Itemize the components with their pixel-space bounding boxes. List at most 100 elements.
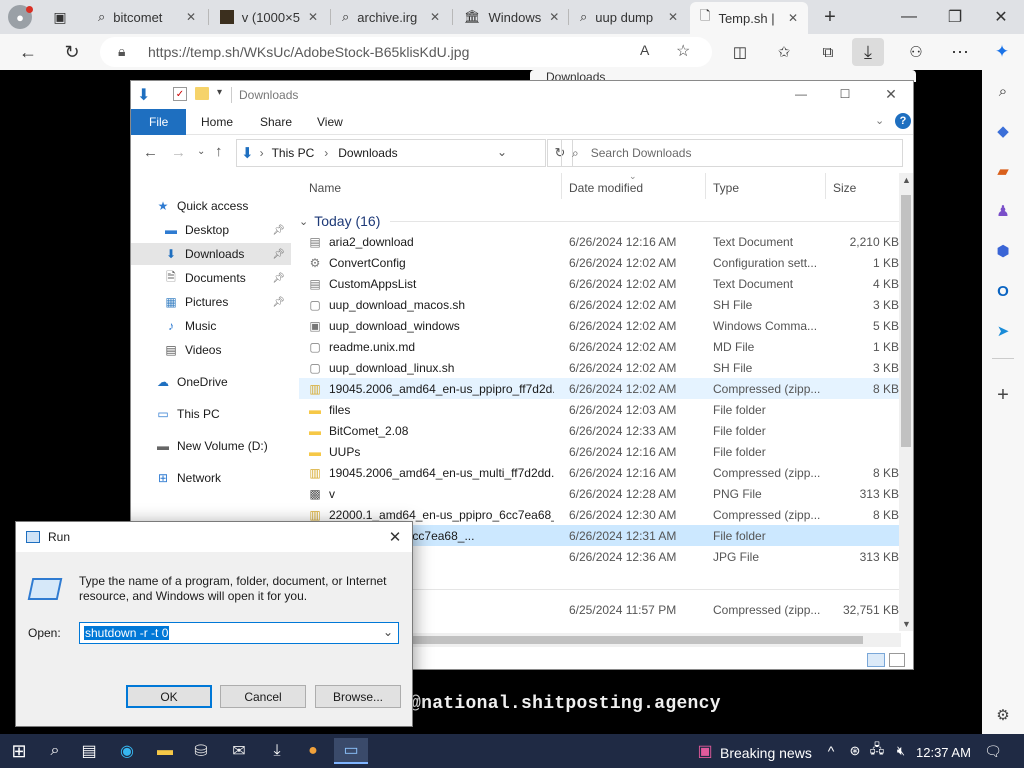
tab-windows[interactable]: 🏛 Windows ✕ (454, 4, 566, 30)
nav-item-videos[interactable]: ▤ Videos (131, 339, 291, 361)
file-row[interactable]: ▬ files 6/26/2024 12:03 AM File folder (299, 399, 899, 420)
nav-item-this-pc[interactable]: ▭ This PC (131, 403, 291, 425)
group-header-today[interactable]: ⌄ Today (16) (299, 211, 899, 231)
column-header-date[interactable]: Date modified (569, 181, 643, 195)
close-tab-icon[interactable]: ✕ (186, 10, 196, 24)
up-arrow-icon[interactable]: ↑ (215, 143, 223, 160)
edge-browser-icon[interactable]: ◉ (110, 738, 144, 764)
address-dropdown-icon[interactable]: ⌄ (497, 145, 507, 159)
file-row[interactable]: ▢ uup_download_macos.sh 6/26/2024 12:02 AM… (299, 294, 899, 315)
task-view-icon[interactable]: ▤ (72, 738, 106, 764)
read-aloud-icon[interactable]: A (640, 42, 649, 58)
new-tab-button[interactable]: + (816, 4, 844, 30)
file-explorer-icon[interactable]: ▬ (148, 738, 182, 764)
volume-muted-icon[interactable]: 🔇︎ (884, 738, 918, 764)
nav-item-desktop[interactable]: ▬ Desktop 📌︎ (131, 219, 291, 241)
store-icon[interactable]: ⛁ (184, 738, 218, 764)
horizontal-scrollbar[interactable] (401, 633, 901, 647)
nav-item-music[interactable]: ♪ Music (131, 315, 291, 337)
tag-icon[interactable]: ◆ (982, 114, 1024, 148)
explorer-search-field[interactable]: ⌕ Search Downloads (561, 139, 903, 167)
ribbon-tab-share[interactable]: Share (246, 109, 306, 135)
nav-item-new-volume[interactable]: ▬ New Volume (D:) (131, 435, 291, 457)
restore-button[interactable]: ❐ (932, 0, 978, 34)
news-label[interactable]: Breaking news (720, 745, 812, 761)
file-row[interactable]: ▬ UUPs 6/26/2024 12:16 AM File folder (299, 441, 899, 462)
nav-item-documents[interactable]: 🗎 Documents 📌︎ (131, 267, 291, 289)
chevron-down-icon[interactable]: ⌄ (383, 625, 393, 639)
run-taskbar-icon[interactable]: ▭ (334, 738, 368, 764)
column-header-size[interactable]: Size (833, 181, 856, 195)
scroll-thumb[interactable] (401, 636, 863, 644)
nav-item-downloads[interactable]: ⬇ Downloads 📌︎ (131, 243, 291, 265)
scroll-down-arrow-icon[interactable]: ▼ (902, 619, 911, 629)
favorite-star-icon[interactable]: ☆ (676, 41, 690, 61)
add-icon[interactable]: + (982, 378, 1024, 412)
nav-item-onedrive[interactable]: ☁ OneDrive (131, 371, 291, 393)
browse-button[interactable]: Browse... (315, 685, 401, 708)
nav-item-network[interactable]: ⊞ Network (131, 467, 291, 489)
explorer-address-bar[interactable]: ⬇ › This PC › Downloads ⌄ (236, 139, 546, 167)
notification-icon[interactable]: 🗨︎ (976, 738, 1010, 764)
file-row[interactable]: ▢ uup_download_linux.sh 6/26/2024 12:02 AM… (299, 357, 899, 378)
vertical-scrollbar[interactable]: ▲ ▼ (899, 173, 913, 631)
extensions-icon[interactable]: ⚇ (900, 38, 932, 66)
file-row[interactable]: ▤ CustomAppsList 6/26/2024 12:02 AM Text Do… (299, 273, 899, 294)
file-row[interactable]: ▣ uup_download_windows 6/26/2024 12:02 AM W… (299, 315, 899, 336)
close-tab-icon[interactable]: ✕ (788, 11, 798, 25)
office-icon[interactable]: ⬢ (982, 234, 1024, 268)
file-row[interactable]: ⚙ ConvertConfig 6/26/2024 12:02 AM Configur… (299, 252, 899, 273)
file-row[interactable]: ▥ 19045.2006_amd64_en-us_multi_ff7d2dd...… (299, 462, 899, 483)
refresh-button[interactable]: ↻ (56, 38, 88, 66)
tab-temp-sh[interactable]: 🗋 Temp.sh | ✕ (690, 2, 808, 34)
downloads-icon[interactable]: ⤓ (852, 38, 884, 66)
ok-button[interactable]: OK (126, 685, 212, 708)
copilot-icon[interactable]: ✦ (986, 38, 1018, 66)
news-icon[interactable]: ▣ (688, 738, 722, 764)
explorer-maximize-button[interactable]: ☐ (825, 83, 865, 105)
start-windows-icon[interactable]: ⊞ (2, 738, 36, 764)
breadcrumb-downloads[interactable]: Downloads (338, 146, 397, 160)
nav-item-pictures[interactable]: ▦ Pictures 📌︎ (131, 291, 291, 313)
run-command-input[interactable]: shutdown -r -t 0 ⌄ (79, 622, 399, 644)
back-arrow-icon[interactable]: ← (143, 144, 158, 161)
forward-arrow-icon[interactable]: → (171, 144, 186, 161)
scroll-up-arrow-icon[interactable]: ▲ (902, 175, 911, 185)
explorer-close-button[interactable]: ✕ (871, 83, 911, 105)
close-tab-icon[interactable]: ✕ (549, 10, 559, 24)
file-row[interactable]: ▥ 19045.2006_amd64_en-us_ppipro_ff7d2d...… (299, 378, 899, 399)
tab-bitcomet[interactable]: ⌕ bitcomet ✕ (88, 4, 206, 30)
download-app-icon[interactable]: ⤓ (260, 738, 294, 764)
mail-icon[interactable]: ✉ (222, 738, 256, 764)
toolbox-icon[interactable]: ▰ (982, 154, 1024, 188)
tab-archive[interactable]: ⌕ archive.irg ✕ (332, 4, 450, 30)
search-icon[interactable]: ⌕ (38, 738, 72, 764)
search-icon[interactable]: ⌕ (982, 74, 1024, 108)
person-icon[interactable]: ♟ (982, 194, 1024, 228)
file-row[interactable]: ▩ v 6/26/2024 12:28 AM PNG File 313 KB (299, 483, 899, 504)
scroll-thumb[interactable] (901, 195, 911, 447)
run-close-button[interactable]: ✕ (384, 526, 406, 548)
close-tab-icon[interactable]: ✕ (308, 10, 318, 24)
recent-locations-icon[interactable]: ⌄ (197, 146, 205, 157)
file-row[interactable]: ▢ readme.unix.md 6/26/2024 12:02 AM MD File… (299, 336, 899, 357)
more-menu-icon[interactable]: ⋯ (944, 38, 976, 66)
large-icons-view-icon[interactable] (889, 653, 905, 667)
details-view-icon[interactable] (867, 653, 885, 667)
close-window-button[interactable]: ✕ (978, 0, 1024, 34)
new-folder-icon[interactable] (195, 87, 209, 100)
cancel-button[interactable]: Cancel (220, 685, 306, 708)
split-screen-icon[interactable]: ◫ (724, 38, 756, 66)
column-header-type[interactable]: Type (713, 181, 739, 195)
file-row[interactable]: ▤ aria2_download 6/26/2024 12:16 AM Text Do… (299, 231, 899, 252)
file-row[interactable]: ▬ BitComet_2.08 6/26/2024 12:33 AM File fol… (299, 420, 899, 441)
ribbon-tab-file[interactable]: File (131, 109, 187, 135)
tab-image[interactable]: v (1000×5 ✕ (210, 4, 328, 30)
bitcomet-icon[interactable]: ● (296, 738, 330, 764)
expand-ribbon-icon[interactable]: ⌄ (875, 114, 884, 127)
close-tab-icon[interactable]: ✕ (430, 10, 440, 24)
minimize-button[interactable]: — (886, 0, 932, 34)
back-button[interactable]: ← (12, 38, 44, 66)
help-icon[interactable]: ? (895, 113, 911, 129)
explorer-minimize-button[interactable]: — (781, 83, 821, 105)
